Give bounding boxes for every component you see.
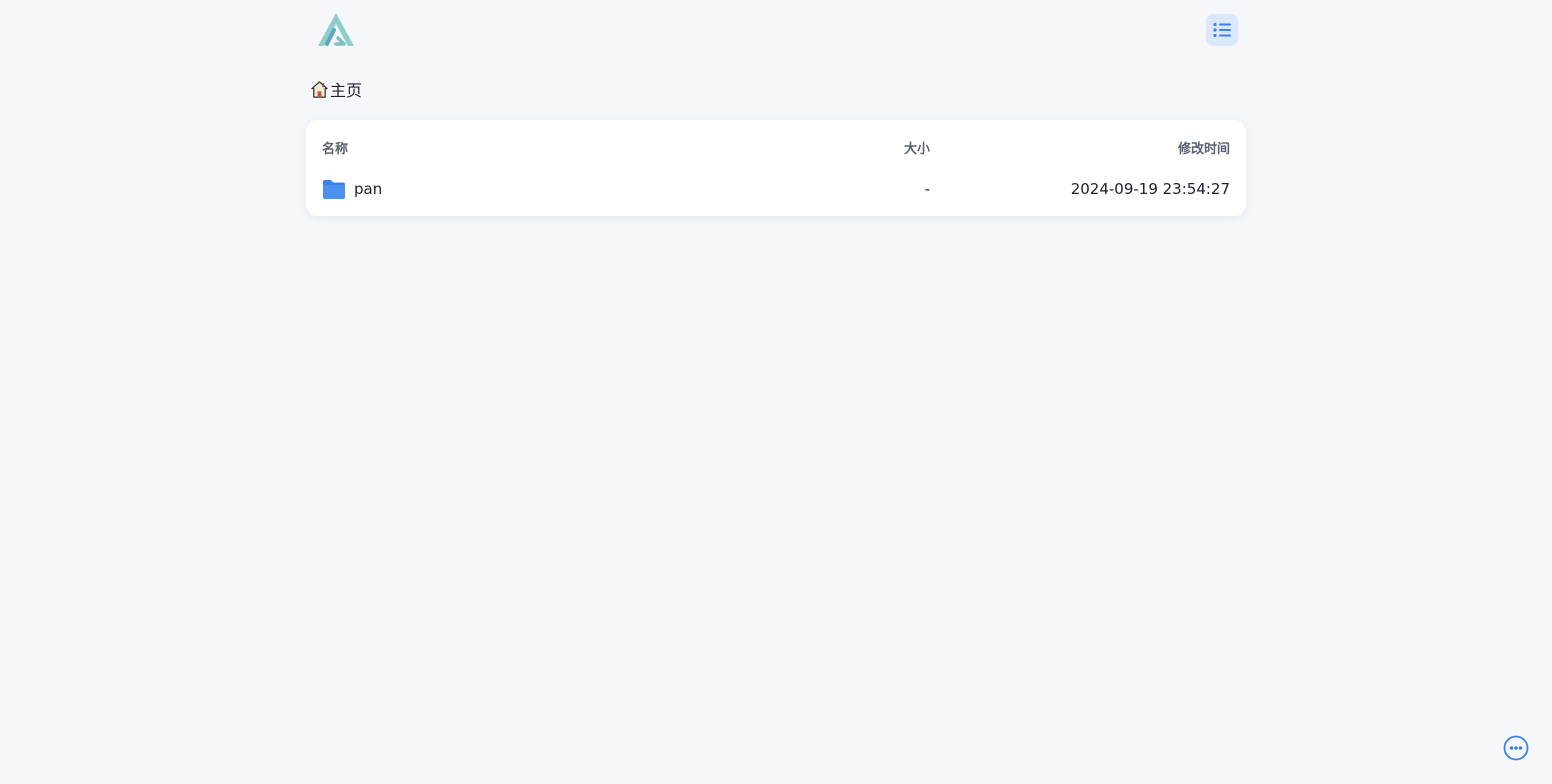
file-modified-time: 2024-09-19 23:54:27 [1070,180,1230,198]
breadcrumb-label: 主页 [330,81,363,100]
app-logo-icon[interactable] [314,10,358,50]
list-header: 名称 大小 修改时间 [322,136,1230,158]
breadcrumb-home[interactable]: 主页 [310,76,362,102]
list-menu-button[interactable] [1206,14,1238,46]
file-list: 名称 大小 修改时间 pan - 2024-09-19 23:54:27 [306,120,1246,216]
column-header-modified[interactable]: 修改时间 [1178,138,1230,157]
file-row[interactable]: pan - 2024-09-19 23:54:27 [312,174,1240,206]
app-root: 主页 名称 大小 修改时间 pan - 2024-09-19 23:54:27 [0,0,1552,784]
main-container: 主页 名称 大小 修改时间 pan - 2024-09-19 23:54:27 [306,0,1246,216]
home-icon [311,80,328,98]
more-options-button[interactable] [1503,735,1529,761]
header [306,0,1246,62]
column-header-name[interactable]: 名称 [322,138,348,157]
column-header-size[interactable]: 大小 [904,138,930,157]
folder-icon [323,180,345,199]
file-name: pan [354,180,383,198]
list-menu-icon [1213,22,1231,38]
file-size: - [924,180,930,198]
